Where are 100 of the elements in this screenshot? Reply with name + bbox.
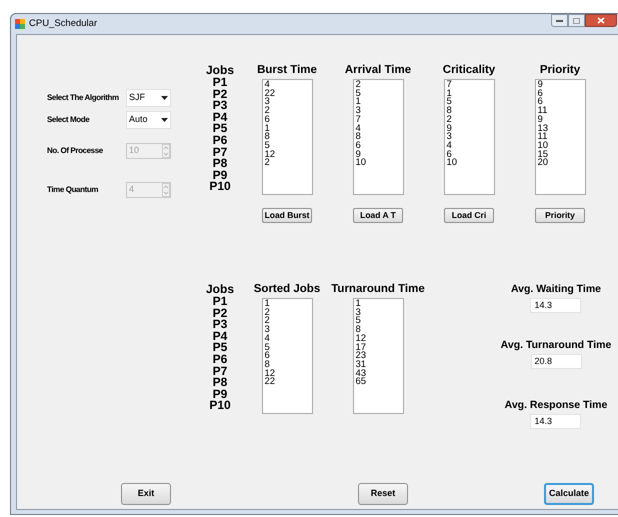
- list-item[interactable]: 9: [446, 124, 494, 134]
- list-item[interactable]: 10: [446, 159, 494, 168]
- list-box[interactable]: 1 3 5 8 12 17 23 31 43 65: [352, 298, 404, 414]
- list-item[interactable]: 4: [264, 334, 312, 344]
- list-item[interactable]: 11: [538, 107, 584, 116]
- list-item[interactable]: 3: [356, 308, 402, 318]
- list-box[interactable]: 1 2 2 3 4 5 6 8 12 22: [262, 298, 312, 414]
- action-button[interactable]: Exit: [121, 483, 171, 505]
- job-label: P7: [212, 366, 228, 378]
- list-item[interactable]: 2: [356, 81, 402, 90]
- list-item[interactable]: 2: [264, 317, 312, 326]
- load-button[interactable]: Load Burst: [262, 208, 312, 223]
- average-field[interactable]: 20.8: [530, 354, 582, 369]
- list-item[interactable]: 3: [356, 107, 402, 116]
- maximize-button[interactable]: [568, 14, 585, 27]
- list-item[interactable]: 31: [356, 360, 402, 370]
- job-label: P6: [212, 354, 228, 366]
- list-item[interactable]: 6: [264, 352, 312, 361]
- average-field[interactable]: 14.3: [530, 298, 582, 313]
- list-box[interactable]: 9 6 6 11 9 13 11 10 15 20: [534, 79, 586, 195]
- list-box[interactable]: 4 22 3 2 6 1 8 5 12 2: [262, 79, 312, 195]
- dropdown[interactable]: SJF: [126, 88, 171, 106]
- list-item[interactable]: 2: [264, 159, 312, 168]
- list-item[interactable]: 3: [264, 98, 312, 108]
- list-item[interactable]: 6: [446, 150, 494, 160]
- list-item[interactable]: 5: [264, 344, 312, 352]
- minimize-button[interactable]: [551, 14, 568, 27]
- list-item[interactable]: 1: [356, 98, 402, 108]
- list-item[interactable]: 65: [356, 378, 402, 388]
- list-item[interactable]: 22: [264, 378, 312, 388]
- list-item[interactable]: 7: [446, 81, 494, 90]
- spinner-arrows-icon: [162, 182, 170, 196]
- minimize-icon: [556, 19, 563, 22]
- list-item[interactable]: 20: [538, 159, 584, 168]
- list-item[interactable]: 11: [538, 133, 584, 142]
- list-item[interactable]: 2: [264, 107, 312, 116]
- list-item[interactable]: 5: [446, 98, 494, 108]
- list-item[interactable]: 8: [356, 326, 402, 335]
- list-item[interactable]: 10: [356, 159, 402, 168]
- caret-icon: [161, 96, 168, 100]
- list-item[interactable]: 9: [538, 116, 584, 125]
- list-item[interactable]: 9: [356, 150, 402, 160]
- list-item[interactable]: 4: [356, 124, 402, 134]
- app-icon: [15, 19, 25, 29]
- list-item[interactable]: 5: [264, 142, 312, 151]
- column-header: Burst Time: [257, 64, 317, 77]
- job-label: P1: [212, 77, 228, 89]
- list-item[interactable]: 6: [538, 98, 584, 108]
- list-item[interactable]: 8: [356, 133, 402, 142]
- list-item[interactable]: 12: [264, 370, 312, 378]
- list-item[interactable]: 9: [538, 81, 584, 90]
- list-item[interactable]: 17: [356, 344, 402, 352]
- list-item[interactable]: 8: [264, 360, 312, 370]
- action-button[interactable]: Calculate: [544, 483, 594, 505]
- list-item[interactable]: 12: [356, 334, 402, 344]
- job-label: P3: [212, 319, 228, 331]
- list-item[interactable]: 6: [538, 90, 584, 98]
- average-label: Avg. Response Time: [504, 399, 608, 412]
- dropdown[interactable]: Auto: [126, 110, 171, 128]
- job-label: P9: [212, 170, 228, 182]
- list-item[interactable]: 10: [538, 142, 584, 151]
- action-button[interactable]: Reset: [358, 483, 408, 505]
- list-item[interactable]: 6: [356, 142, 402, 151]
- list-item[interactable]: 8: [446, 107, 494, 116]
- job-label: P4: [212, 112, 228, 124]
- list-item[interactable]: 8: [264, 133, 312, 142]
- list-item[interactable]: 7: [356, 116, 402, 125]
- list-item[interactable]: 3: [446, 133, 494, 142]
- list-item[interactable]: 43: [356, 370, 402, 378]
- average-field[interactable]: 14.3: [530, 414, 582, 429]
- load-button[interactable]: Load Cri: [444, 208, 494, 223]
- list-item[interactable]: 5: [356, 90, 402, 98]
- list-item[interactable]: 1: [264, 124, 312, 134]
- list-item[interactable]: 22: [264, 90, 312, 98]
- close-button[interactable]: [585, 14, 617, 27]
- list-item[interactable]: 4: [446, 142, 494, 151]
- list-item[interactable]: 1: [446, 90, 494, 98]
- list-box[interactable]: 2 5 1 3 7 4 8 6 9 10: [352, 79, 404, 195]
- list-item[interactable]: 3: [264, 326, 312, 335]
- list-item[interactable]: 13: [538, 124, 584, 134]
- job-label: P4: [212, 330, 228, 342]
- list-item[interactable]: 12: [264, 150, 312, 160]
- load-button[interactable]: Load A T: [353, 208, 403, 223]
- column-header: Criticality: [442, 64, 496, 77]
- list-item[interactable]: 1: [356, 300, 402, 309]
- column-header: Jobs: [206, 64, 234, 77]
- job-label: P3: [212, 100, 228, 112]
- close-icon: [597, 17, 605, 24]
- list-item[interactable]: 2: [264, 308, 312, 318]
- list-item[interactable]: 4: [264, 81, 312, 90]
- list-box[interactable]: 7 1 5 8 2 9 3 4 6 10: [444, 79, 494, 195]
- list-item[interactable]: 23: [356, 352, 402, 361]
- list-item[interactable]: 5: [356, 317, 402, 326]
- list-item[interactable]: 15: [538, 150, 584, 160]
- load-button[interactable]: Priority: [535, 208, 585, 223]
- job-label: P8: [212, 158, 228, 170]
- list-item[interactable]: 6: [264, 116, 312, 125]
- spinner-arrows-icon: [162, 144, 170, 158]
- list-item[interactable]: 1: [264, 300, 312, 309]
- list-item[interactable]: 2: [446, 116, 494, 125]
